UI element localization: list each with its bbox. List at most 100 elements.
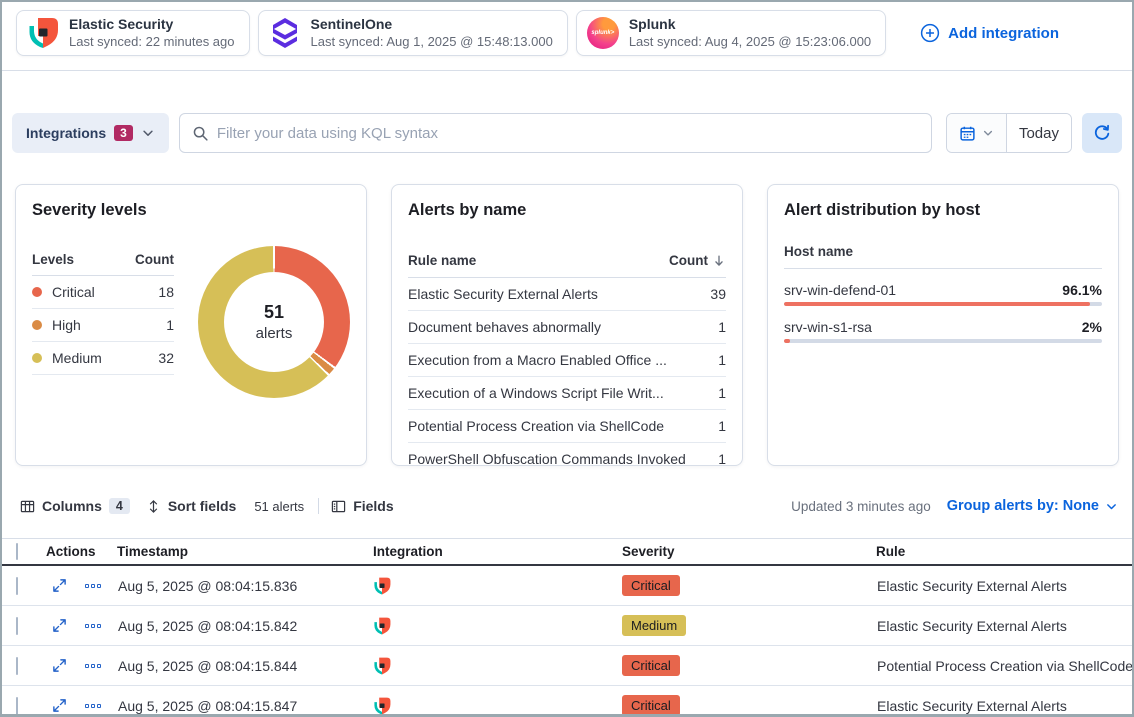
integration-column-header: Integration: [361, 544, 611, 559]
actions-column-header: Actions: [42, 544, 109, 559]
add-integration-label: Add integration: [948, 25, 1059, 42]
host-percentage: 96.1%: [1062, 282, 1102, 298]
row-checkbox[interactable]: [16, 697, 18, 715]
kql-search-input[interactable]: [217, 125, 919, 142]
more-actions-button[interactable]: [76, 700, 109, 712]
severity-level-row: Medium 32: [32, 342, 174, 375]
rule-name: Potential Process Creation via ShellCode: [408, 418, 664, 434]
more-actions-button[interactable]: [76, 620, 109, 632]
host-row: srv-win-defend-01 96.1%: [784, 282, 1102, 306]
integrations-filter-button[interactable]: Integrations 3: [12, 113, 169, 153]
row-checkbox[interactable]: [16, 657, 18, 675]
refresh-button[interactable]: [1082, 113, 1122, 153]
rule-count: 39: [710, 286, 726, 302]
severity-rows: Critical 18 High 1: [32, 276, 174, 375]
filter-bar: Integrations 3: [12, 113, 1122, 153]
alerts-table-header: Actions Timestamp Integration Severity R…: [2, 538, 1132, 566]
severity-levels-panel: Severity levels Levels Count Critical 1: [15, 184, 367, 466]
severity-level-count: 18: [158, 284, 174, 300]
date-picker-button[interactable]: [947, 114, 1006, 152]
rule-name-column-header: Rule name: [408, 253, 476, 268]
alert-distribution-by-host-panel: Alert distribution by host Host name srv…: [767, 184, 1119, 466]
severity-badge: Critical: [622, 655, 680, 676]
columns-button[interactable]: Columns 4: [16, 498, 134, 514]
alert-row: Aug 5, 2025 @ 08:04:15.844 Critical Pote…: [2, 646, 1132, 686]
expand-alert-button[interactable]: [42, 654, 76, 677]
elastic-security-integration-icon: [373, 617, 391, 635]
alert-rule-name: Elastic Security External Alerts: [868, 698, 1132, 714]
alert-row: Aug 5, 2025 @ 08:04:15.842 Medium Elasti…: [2, 606, 1132, 646]
host-row: srv-win-s1-rsa 2%: [784, 319, 1102, 343]
host-rows: srv-win-defend-01 96.1% srv-win-s1-rsa 2…: [784, 282, 1102, 343]
integration-card-sentinelone[interactable]: SentinelOne Last synced: Aug 1, 2025 @ 1…: [258, 10, 568, 56]
search-icon: [192, 125, 209, 142]
summary-panels: Severity levels Levels Count Critical 1: [15, 184, 1119, 466]
columns-count-badge: 4: [109, 498, 130, 514]
panel-title: Alert distribution by host: [784, 201, 1102, 220]
add-integration-button[interactable]: Add integration: [920, 23, 1059, 43]
alert-count-text: 51 alerts: [254, 499, 304, 514]
more-actions-icon: [85, 664, 101, 668]
severity-donut-chart: 51 alerts: [198, 246, 350, 398]
today-button[interactable]: Today: [1006, 114, 1071, 152]
toolbar-divider: [318, 498, 319, 514]
integration-name: SentinelOne: [311, 16, 553, 34]
rule-column-header: Rule: [868, 544, 1132, 559]
timestamp-column-header: Timestamp: [109, 544, 361, 559]
expand-alert-button[interactable]: [42, 614, 76, 637]
columns-label: Columns: [42, 498, 102, 514]
rule-name: Document behaves abnormally: [408, 319, 601, 335]
fields-button[interactable]: Fields: [327, 498, 397, 514]
host-bar-fill: [784, 302, 1090, 306]
row-checkbox[interactable]: [16, 577, 18, 595]
rule-count: 1: [718, 385, 726, 401]
alert-timestamp: Aug 5, 2025 @ 08:04:15.842: [109, 618, 361, 634]
alert-rule-name: Elastic Security External Alerts: [868, 578, 1132, 594]
sentinelone-logo-icon: [269, 17, 301, 49]
alerts-by-name-row: Potential Process Creation via ShellCode…: [408, 410, 726, 443]
more-actions-icon: [85, 584, 101, 588]
header-divider: [2, 70, 1132, 71]
sort-fields-button[interactable]: Sort fields: [142, 498, 240, 514]
host-name: srv-win-s1-rsa: [784, 319, 872, 335]
rule-count: 1: [718, 418, 726, 434]
integration-last-synced: Last synced: 22 minutes ago: [69, 34, 235, 50]
alert-rule-name: Elastic Security External Alerts: [868, 618, 1132, 634]
alert-timestamp: Aug 5, 2025 @ 08:04:15.836: [109, 578, 361, 594]
severity-badge: Critical: [622, 695, 680, 716]
elastic-security-integration-icon: [373, 697, 391, 715]
today-label: Today: [1019, 125, 1059, 142]
rule-name: Execution from a Macro Enabled Office ..…: [408, 352, 667, 368]
severity-level-row: High 1: [32, 309, 174, 342]
severity-dot-icon: [32, 353, 42, 363]
group-alerts-by-button[interactable]: Group alerts by: None: [947, 498, 1118, 514]
integration-last-synced: Last synced: Aug 1, 2025 @ 15:48:13.000: [311, 34, 553, 50]
more-actions-button[interactable]: [76, 660, 109, 672]
integration-card-elastic-security[interactable]: Elastic Security Last synced: 22 minutes…: [16, 10, 250, 56]
expand-alert-button[interactable]: [42, 694, 76, 717]
integration-last-synced: Last synced: Aug 4, 2025 @ 15:23:06.000: [629, 34, 871, 50]
expand-alert-button[interactable]: [42, 574, 76, 597]
severity-table: Levels Count Critical 18: [32, 252, 174, 375]
more-actions-button[interactable]: [76, 580, 109, 592]
columns-icon: [20, 499, 35, 514]
row-checkbox[interactable]: [16, 617, 18, 635]
sort-fields-label: Sort fields: [168, 498, 236, 514]
severity-level-count: 32: [158, 350, 174, 366]
alert-row: Aug 5, 2025 @ 08:04:15.836 Critical Elas…: [2, 566, 1132, 606]
integration-card-splunk[interactable]: splunk> Splunk Last synced: Aug 4, 2025 …: [576, 10, 886, 56]
chevron-down-icon: [982, 127, 994, 139]
severity-badge: Medium: [622, 615, 686, 636]
alerts-table: Actions Timestamp Integration Severity R…: [2, 538, 1132, 717]
alerts-by-name-rows: Elastic Security External Alerts 39 Docu…: [408, 278, 726, 466]
expand-icon: [52, 698, 67, 713]
chevron-down-icon: [1105, 500, 1118, 513]
count-column-header[interactable]: Count: [669, 253, 726, 268]
elastic-security-integration-icon: [373, 657, 391, 675]
panel-title: Alerts by name: [408, 201, 726, 220]
splunk-logo-icon: splunk>: [587, 17, 619, 49]
host-name-column-header: Host name: [784, 244, 1102, 269]
alert-timestamp: Aug 5, 2025 @ 08:04:15.844: [109, 658, 361, 674]
fields-icon: [331, 499, 346, 514]
select-all-checkbox[interactable]: [16, 543, 18, 560]
